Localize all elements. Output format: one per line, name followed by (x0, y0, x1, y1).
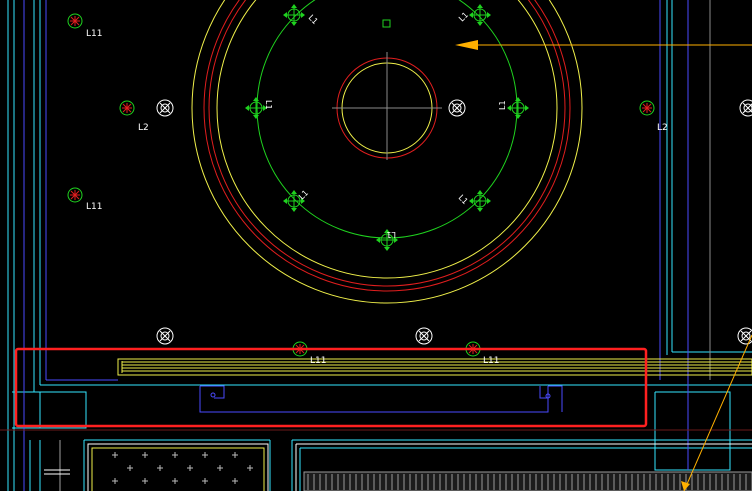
light-label-left-mid: L2 (138, 123, 149, 133)
ring-fixture-top-left[interactable] (282, 3, 306, 27)
blue-lines (23, 0, 689, 491)
ring-tag-bottom-right: L1 (457, 193, 470, 206)
light-fixture-top-left[interactable] (67, 13, 83, 29)
ring-tag-bottom-left: L1 (297, 188, 310, 201)
light-label-bottom-2: L11 (483, 356, 499, 366)
ring-fixture-bottom-right[interactable] (468, 189, 492, 213)
ring-tag-left: L1 (264, 100, 273, 110)
hatch-pattern (112, 452, 253, 484)
cad-viewport[interactable]: L1 L1 L1 L1 L1 L1 L1 L11 L2 L11 L2 L11 L… (0, 0, 752, 491)
downlight-far-right[interactable] (739, 99, 752, 117)
ring-fixture-left[interactable] (244, 96, 268, 120)
ring-fixture-top-right[interactable] (468, 3, 492, 27)
downlight-left-mid[interactable] (156, 99, 174, 117)
ring-fixture-right[interactable] (506, 96, 530, 120)
ring-tag-top-right: L1 (457, 10, 470, 23)
orange-leader-line (681, 334, 752, 491)
ring-tag-bottom: L1 (386, 230, 396, 239)
light-fixture-left-low[interactable] (67, 187, 83, 203)
ring-tag-top-left: L1 (307, 13, 320, 26)
downlight-bottom-right[interactable] (737, 327, 752, 345)
light-label-left-low: L11 (86, 202, 102, 212)
ring-marker-square (382, 19, 391, 28)
wall-lines (7, 0, 752, 491)
downlight-bottom-mid[interactable] (415, 327, 433, 345)
downlight-right-mid[interactable] (448, 99, 466, 117)
light-label-bottom-1: L11 (310, 356, 326, 366)
beam-strip (117, 358, 752, 376)
downlight-bottom-left[interactable] (156, 327, 174, 345)
orange-arrow-icon (455, 40, 752, 50)
light-label-right-mid: L2 (657, 123, 668, 133)
selection-rectangle[interactable] (14, 347, 648, 428)
light-label-top-left: L11 (86, 29, 102, 39)
light-fixture-right-mid[interactable] (639, 100, 655, 116)
ring-tag-right: L1 (498, 100, 507, 110)
cad-drawing-canvas[interactable]: L1 L1 L1 L1 L1 L1 L1 L11 L2 L11 L2 L11 L… (0, 0, 752, 491)
light-fixture-left-mid[interactable] (119, 100, 135, 116)
gray-lines (0, 0, 752, 491)
